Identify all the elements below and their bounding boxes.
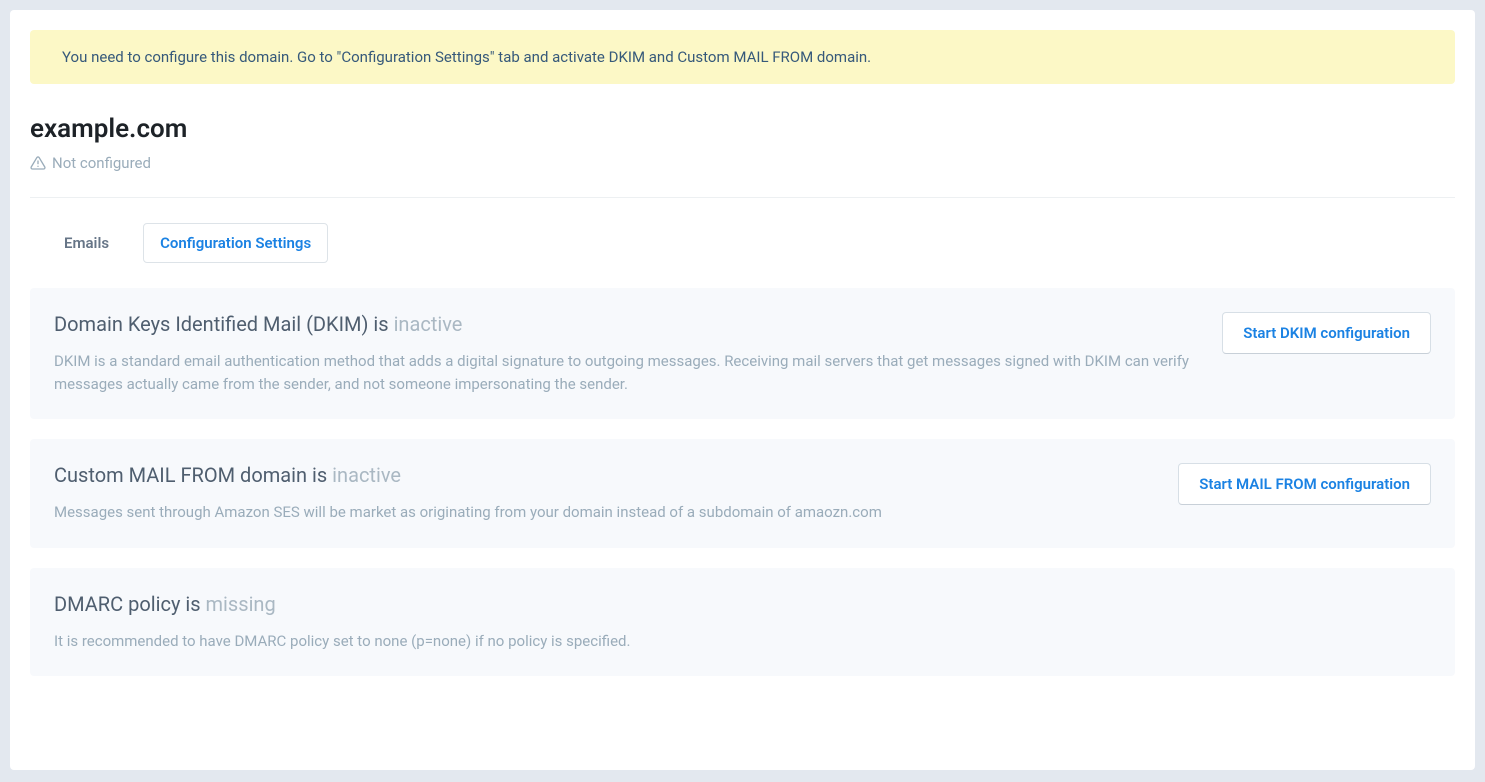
start-dkim-button[interactable]: Start DKIM configuration	[1222, 312, 1431, 354]
tabs: Emails Configuration Settings	[30, 223, 1455, 263]
dmarc-status: missing	[206, 592, 276, 616]
tab-emails[interactable]: Emails	[48, 224, 125, 262]
dmarc-title-prefix: DMARC policy is	[54, 592, 206, 616]
domain-name-title: example.com	[30, 114, 1455, 144]
mailfrom-panel: Custom MAIL FROM domain is inactive Mess…	[30, 439, 1455, 548]
domain-status: Not configured	[30, 154, 1455, 172]
dkim-status: inactive	[394, 312, 463, 336]
dmarc-title: DMARC policy is missing	[54, 592, 1431, 616]
alert-text: You need to configure this domain. Go to…	[62, 48, 871, 66]
mailfrom-status: inactive	[332, 463, 401, 487]
dmarc-panel: DMARC policy is missing It is recommende…	[30, 568, 1455, 677]
divider	[30, 197, 1455, 198]
configuration-alert: You need to configure this domain. Go to…	[30, 30, 1455, 84]
mailfrom-description: Messages sent through Amazon SES will be…	[54, 501, 882, 524]
dkim-panel: Domain Keys Identified Mail (DKIM) is in…	[30, 288, 1455, 419]
domain-status-label: Not configured	[52, 154, 151, 172]
mailfrom-title-prefix: Custom MAIL FROM domain is	[54, 463, 332, 487]
tab-configuration-settings[interactable]: Configuration Settings	[143, 223, 328, 263]
dkim-title: Domain Keys Identified Mail (DKIM) is in…	[54, 312, 1194, 336]
dmarc-description: It is recommended to have DMARC policy s…	[54, 630, 1194, 653]
dkim-description: DKIM is a standard email authentication …	[54, 350, 1194, 395]
main-container: You need to configure this domain. Go to…	[10, 10, 1475, 770]
warning-icon	[30, 155, 46, 171]
dkim-title-prefix: Domain Keys Identified Mail (DKIM) is	[54, 312, 394, 336]
mailfrom-title: Custom MAIL FROM domain is inactive	[54, 463, 882, 487]
start-mailfrom-button[interactable]: Start MAIL FROM configuration	[1178, 463, 1431, 505]
